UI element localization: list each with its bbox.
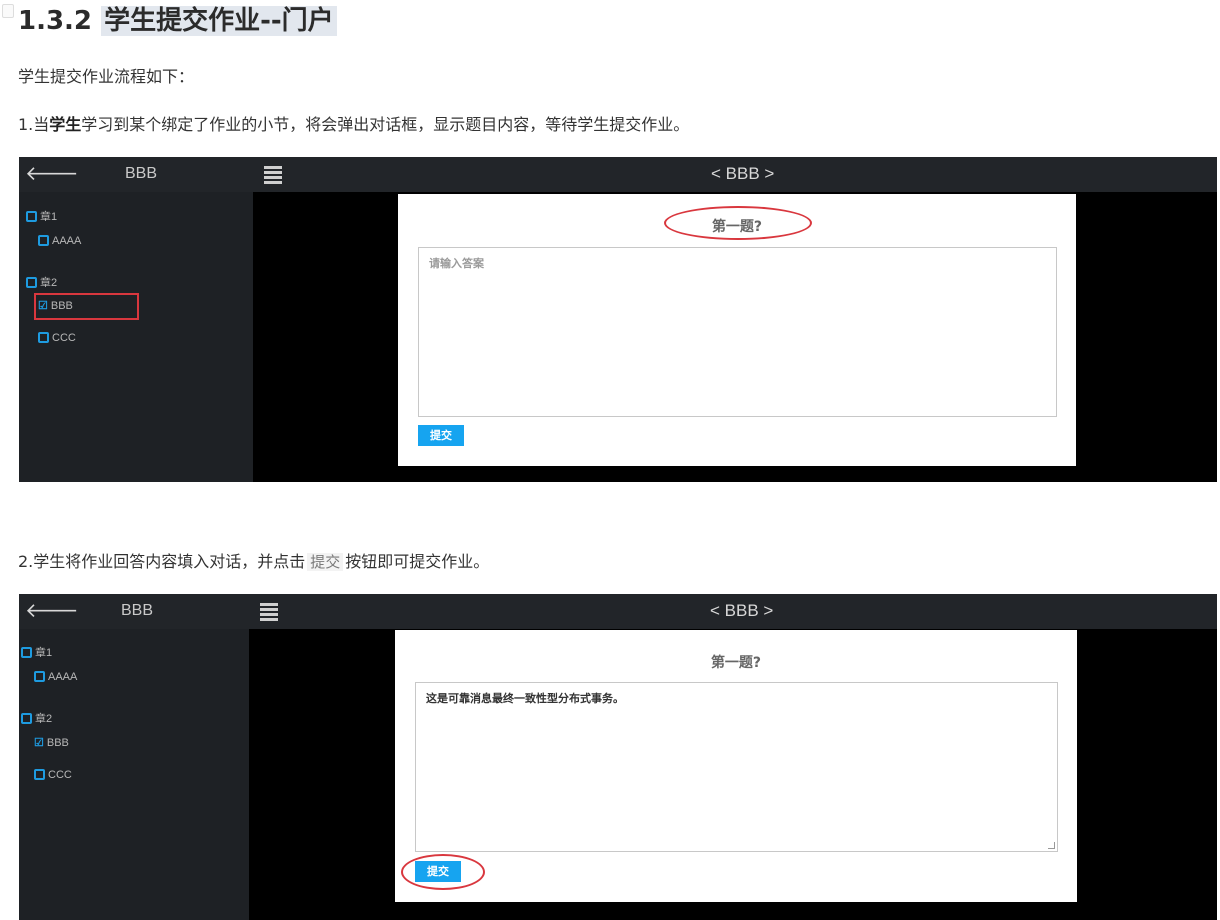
menu-icon[interactable] — [264, 166, 282, 186]
screenshot-dialog-filled: 章1 AAAA 章2 ☑ BBB CCC 🡐 BBB < BBB > 第一题? 这… — [19, 594, 1217, 920]
chapter-icon — [21, 647, 32, 658]
resize-grip-icon[interactable] — [1048, 842, 1055, 849]
answer-text: 这是可靠消息最终一致性型分布式事务。 — [426, 692, 624, 705]
answer-textarea[interactable]: 请输入答案 — [418, 247, 1057, 417]
section-number: 1.3.2 — [18, 6, 93, 36]
section-icon — [38, 235, 49, 246]
page-title: < BBB > — [711, 164, 775, 183]
submit-button[interactable]: 提交 — [418, 425, 464, 446]
annotation-box — [34, 293, 139, 320]
section-icon — [34, 671, 45, 682]
question-dialog: 第一题? 这是可靠消息最终一致性型分布式事务。 提交 — [395, 630, 1077, 902]
menu-icon[interactable] — [260, 603, 278, 623]
nav-label: CCC — [52, 332, 76, 344]
nav-chapter-1[interactable]: 章1 — [21, 646, 52, 660]
question-dialog: 第一题? 请输入答案 提交 — [398, 194, 1076, 466]
chapter-icon — [26, 211, 37, 222]
chapter-icon — [21, 713, 32, 724]
nav-section-aaaa[interactable]: AAAA — [34, 670, 77, 684]
section-icon — [34, 769, 45, 780]
screenshot-dialog-empty: 章1 AAAA 章2 ☑ BBB CCC 🡐 BBB < BBB > 第一题? 请… — [19, 157, 1217, 482]
sidebar: 章1 AAAA 章2 ☑ BBB CCC — [19, 192, 253, 482]
nav-section-bbb[interactable]: ☑ BBB — [34, 736, 69, 750]
sidebar: 章1 AAAA 章2 ☑ BBB CCC — [19, 629, 249, 920]
nav-section-aaaa[interactable]: AAAA — [38, 234, 81, 248]
annotation-oval — [664, 206, 812, 240]
top-bar: 🡐 BBB < BBB > — [19, 157, 1217, 192]
step1-text: 1.当学生学习到某个绑定了作业的小节，将会弹出对话框，显示题目内容，等待学生提交… — [18, 114, 689, 136]
nav-label: BBB — [46, 737, 69, 749]
step1-bold: 学生 — [49, 115, 82, 134]
nav-label: 章2 — [40, 277, 58, 289]
intro-text: 学生提交作业流程如下： — [18, 67, 195, 86]
section-title: 学生提交作业--门户 — [101, 6, 337, 36]
nav-label: CCC — [48, 769, 72, 781]
chapter-icon — [26, 277, 37, 288]
inline-code: 提交 — [307, 553, 344, 571]
page-title: < BBB > — [710, 601, 774, 620]
step1-rest: 学习到某个绑定了作业的小节，将会弹出对话框，显示题目内容，等待学生提交作业。 — [81, 115, 690, 134]
nav-label: 章2 — [35, 713, 53, 725]
back-arrow-icon[interactable]: 🡐 — [25, 598, 79, 622]
sidebar-title: BBB — [121, 602, 154, 619]
nav-chapter-1[interactable]: 章1 — [26, 210, 57, 224]
answer-textarea[interactable]: 这是可靠消息最终一致性型分布式事务。 — [415, 682, 1058, 852]
section-icon — [38, 332, 49, 343]
sidebar-title: BBB — [125, 165, 158, 182]
nav-chapter-2[interactable]: 章2 — [26, 276, 57, 290]
nav-label: 章1 — [40, 211, 58, 223]
nav-label: 章1 — [35, 647, 53, 659]
step2-rest: 按钮即可提交作业。 — [345, 552, 490, 571]
nav-section-ccc[interactable]: CCC — [34, 768, 72, 782]
top-bar: 🡐 BBB < BBB > — [19, 594, 1217, 629]
step2-prefix: 2.学生将作业回答内容填入对话，并点击 — [18, 552, 306, 571]
check-icon: ☑ — [34, 737, 44, 749]
question-title: 第一题? — [710, 655, 762, 671]
nav-chapter-2[interactable]: 章2 — [21, 712, 52, 726]
step2-text: 2.学生将作业回答内容填入对话，并点击 提交 按钮即可提交作业。 — [18, 551, 489, 573]
anchor-icon — [2, 4, 14, 18]
annotation-oval — [401, 854, 485, 890]
nav-section-ccc[interactable]: CCC — [38, 331, 76, 345]
nav-label: AAAA — [52, 235, 82, 247]
nav-label: AAAA — [48, 671, 78, 683]
section-heading: 1.3.2 学生提交作业--门户 — [18, 3, 337, 39]
step1-prefix: 1.当 — [18, 115, 50, 134]
back-arrow-icon[interactable]: 🡐 — [25, 161, 79, 185]
